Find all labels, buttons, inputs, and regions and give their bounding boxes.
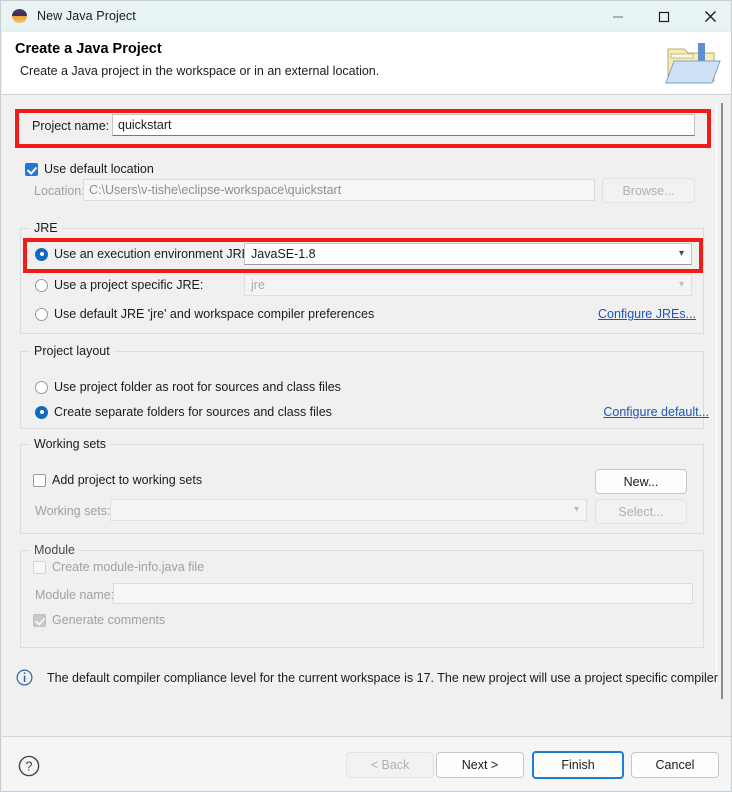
jre-project-specific-combo: jre ▾ — [244, 274, 692, 296]
new-working-set-label: New... — [623, 474, 659, 489]
dialog-body: Project name: quickstart Use default loc… — [2, 95, 731, 736]
module-group-label: Module — [30, 543, 79, 557]
jre-project-specific-label: Use a project specific JRE: — [54, 278, 204, 292]
use-default-location-checkbox-row[interactable]: Use default location — [25, 162, 154, 176]
project-name-label: Project name: — [32, 119, 110, 133]
use-default-location-label: Use default location — [44, 162, 154, 176]
back-button-label: < Back — [370, 758, 410, 772]
jre-exec-env-radio-row[interactable]: Use an execution environment JRE: — [35, 247, 253, 261]
status-message-row: The default compiler compliance level fo… — [16, 669, 718, 686]
jre-default-radio[interactable] — [35, 307, 48, 321]
location-label: Location: — [34, 184, 85, 198]
browse-button-label: Browse... — [622, 183, 675, 198]
browse-button: Browse... — [602, 178, 695, 203]
create-module-info-label: Create module-info.java file — [52, 560, 205, 574]
layout-separate-radio-row[interactable]: Create separate folders for sources and … — [35, 405, 332, 419]
jre-default-radio-row[interactable]: Use default JRE 'jre' and workspace comp… — [35, 307, 374, 321]
maximize-icon[interactable] — [641, 1, 687, 32]
project-name-value: quickstart — [118, 118, 172, 132]
cancel-button-label: Cancel — [655, 758, 695, 772]
new-java-project-dialog: New Java Project Create a Java Project C… — [0, 0, 732, 792]
generate-comments-row: Generate comments — [33, 613, 165, 627]
jre-exec-env-radio[interactable] — [35, 247, 48, 261]
create-module-info-checkbox — [33, 560, 46, 574]
select-working-set-label: Select... — [618, 504, 664, 519]
jre-project-specific-value: jre — [251, 278, 265, 292]
window-title: New Java Project — [37, 9, 136, 23]
module-name-label: Module name: — [35, 588, 115, 602]
working-sets-label: Working sets: — [35, 504, 111, 518]
next-button-label: Next > — [461, 758, 499, 772]
title-bar: New Java Project — [1, 1, 731, 32]
info-icon — [16, 669, 33, 686]
module-name-input — [113, 583, 693, 604]
jre-exec-env-label: Use an execution environment JRE: — [54, 247, 254, 261]
jre-group-label: JRE — [30, 221, 62, 235]
new-java-project-folder-icon — [665, 43, 721, 84]
working-sets-combo: ▾ — [110, 499, 587, 521]
layout-separate-label: Create separate folders for sources and … — [54, 405, 332, 419]
back-button: < Back — [346, 752, 434, 778]
location-input: C:\Users\v-tishe\eclipse-workspace\quick… — [83, 179, 595, 201]
jre-default-label: Use default JRE 'jre' and workspace comp… — [54, 307, 375, 321]
svg-text:?: ? — [26, 760, 33, 774]
jre-exec-env-value: JavaSE-1.8 — [251, 247, 316, 261]
page-title: Create a Java Project — [15, 41, 162, 57]
help-icon[interactable]: ? — [18, 755, 40, 777]
configure-default-link[interactable]: Configure default... — [603, 405, 709, 419]
dialog-footer: ? < Back Next > Finish Cancel — [2, 736, 731, 791]
add-to-working-sets-checkbox[interactable] — [33, 473, 46, 487]
generate-comments-checkbox — [33, 613, 46, 627]
status-message: The default compiler compliance level fo… — [47, 670, 718, 685]
project-layout-group-label: Project layout — [30, 344, 114, 358]
chevron-down-icon: ▾ — [678, 248, 684, 259]
use-default-location-checkbox[interactable] — [25, 162, 38, 176]
scroll-track-line — [721, 103, 723, 699]
location-value: C:\Users\v-tishe\eclipse-workspace\quick… — [89, 183, 342, 197]
jre-project-specific-radio-row[interactable]: Use a project specific JRE: — [35, 278, 203, 292]
next-button[interactable]: Next > — [436, 752, 524, 778]
working-sets-group-label: Working sets — [30, 437, 111, 451]
cancel-button[interactable]: Cancel — [631, 752, 719, 778]
window-controls — [595, 1, 731, 32]
minimize-icon[interactable] — [595, 1, 641, 32]
close-icon[interactable] — [687, 1, 731, 32]
dialog-header: Create a Java Project Create a Java proj… — [2, 32, 731, 95]
chevron-down-icon: ▾ — [678, 279, 684, 290]
add-to-working-sets-row[interactable]: Add project to working sets — [33, 473, 202, 487]
eclipse-icon — [12, 8, 28, 24]
add-to-working-sets-label: Add project to working sets — [52, 473, 203, 487]
project-name-input[interactable]: quickstart — [112, 114, 695, 136]
chevron-down-icon: ▾ — [573, 504, 579, 515]
page-subtitle: Create a Java project in the workspace o… — [20, 64, 380, 78]
generate-comments-label: Generate comments — [52, 613, 166, 627]
new-working-set-button[interactable]: New... — [595, 469, 687, 494]
select-working-set-button: Select... — [595, 499, 687, 524]
layout-root-radio-row[interactable]: Use project folder as root for sources a… — [35, 380, 341, 394]
layout-root-label: Use project folder as root for sources a… — [54, 380, 341, 394]
finish-button[interactable]: Finish — [532, 751, 624, 779]
project-name-row: Project name: — [26, 119, 109, 133]
working-sets-row: Working sets: — [29, 504, 111, 518]
module-name-row: Module name: — [29, 588, 114, 602]
configure-jres-link[interactable]: Configure JREs... — [598, 307, 696, 321]
jre-project-specific-radio[interactable] — [35, 278, 48, 292]
panel-edge-line — [716, 103, 717, 687]
jre-exec-env-combo[interactable]: JavaSE-1.8 ▾ — [244, 243, 692, 265]
layout-separate-radio[interactable] — [35, 405, 48, 419]
layout-root-radio[interactable] — [35, 380, 48, 394]
finish-button-label: Finish — [561, 758, 595, 772]
create-module-info-row: Create module-info.java file — [33, 560, 204, 574]
location-row: Location: — [28, 184, 85, 198]
